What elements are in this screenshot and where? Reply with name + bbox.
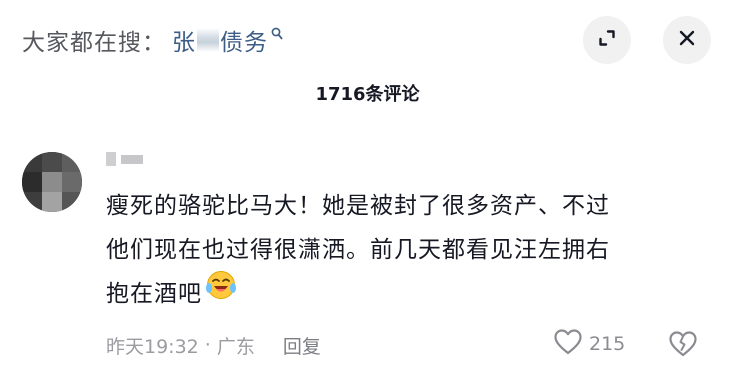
comment-line-last: 抱在酒吧 [106,270,706,317]
like-button[interactable]: 215 [553,328,625,360]
comment-meta: 昨天19:32 · 广东 回复 [106,330,321,360]
reply-button[interactable]: 回复 [283,332,321,359]
dislike-button[interactable] [668,330,698,360]
redaction-block [121,154,143,164]
avatar[interactable] [22,152,82,212]
username-redacted[interactable] [106,152,143,166]
comment-line: 他们现在也过得很潇洒。前几天都看见汪左拥右 [106,237,610,263]
comment-panel: 大家都在搜： 张 债务 1716条评论 瘦死的骆驼比马大！她是被封了很多资产、不… [0,0,735,379]
comment-location: 广东 [216,335,255,358]
laughing-crying-emoji [206,270,236,315]
heart-icon [553,328,583,361]
comment-body: 瘦死的骆驼比马大！她是被封了很多资产、不过 他们现在也过得很潇洒。前几天都看见汪… [106,184,706,317]
broken-heart-icon [668,331,698,362]
search-icon [271,21,283,47]
close-button[interactable] [663,16,711,64]
redaction-block [106,152,116,166]
like-count: 215 [589,333,626,355]
close-icon [678,29,696,51]
search-suggestion-keyword[interactable]: 张 债务 [172,23,283,57]
comment-line-text: 抱在酒吧 [106,281,202,307]
keyword-part-2: 债务 [220,30,268,56]
keyword-redacted-mark [197,28,219,52]
keyword-part-1: 张 [172,30,196,56]
expand-button[interactable] [583,16,631,64]
comment-time: 昨天19:32 [106,335,199,358]
meta-separator: · [204,334,211,356]
search-suggestion-prefix: 大家都在搜： [22,30,166,56]
comment-count-title: 1716条评论 [315,84,420,105]
comment-line: 瘦死的骆驼比马大！她是被封了很多资产、不过 [106,193,610,219]
expand-icon [597,28,617,52]
search-suggestion[interactable]: 大家都在搜： 张 债务 [22,20,283,60]
